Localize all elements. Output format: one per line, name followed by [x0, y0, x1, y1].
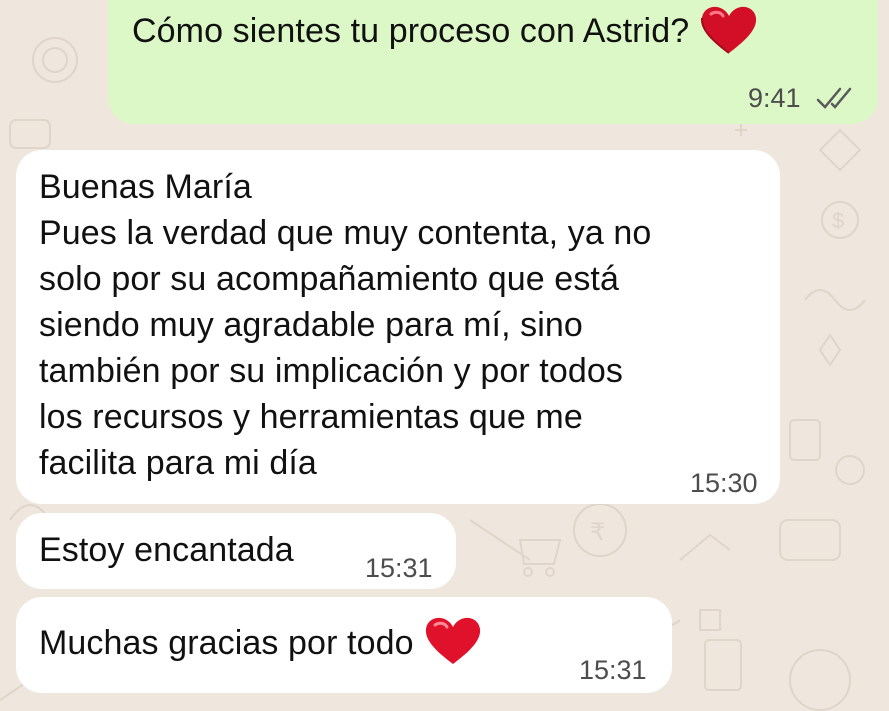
svg-text:$: $	[832, 208, 844, 233]
svg-text:₹: ₹	[590, 519, 605, 546]
message-text: Muchas gracias por todo	[39, 623, 414, 662]
message-text: Estoy encantada	[39, 531, 294, 569]
message-time: 9:41	[748, 83, 801, 113]
message-time: 15:30	[690, 468, 758, 498]
message-text: Buenas María Pues la verdad que muy cont…	[39, 168, 652, 482]
message-time: 15:31	[579, 655, 647, 685]
heart-emoji-icon	[423, 617, 483, 673]
message-text: Cómo sientes tu proceso con Astrid?	[132, 11, 690, 50]
message-time: 15:31	[365, 553, 433, 583]
incoming-message[interactable]: Muchas gracias por todo 15:31	[16, 597, 672, 693]
read-receipt-icon	[816, 86, 856, 115]
incoming-message[interactable]: Buenas María Pues la verdad que muy cont…	[16, 150, 780, 504]
heart-emoji-icon	[699, 6, 759, 60]
incoming-message[interactable]: Estoy encantada 15:31	[16, 513, 456, 589]
outgoing-message[interactable]: Cómo sientes tu proceso con Astrid? 9:41	[108, 0, 878, 124]
